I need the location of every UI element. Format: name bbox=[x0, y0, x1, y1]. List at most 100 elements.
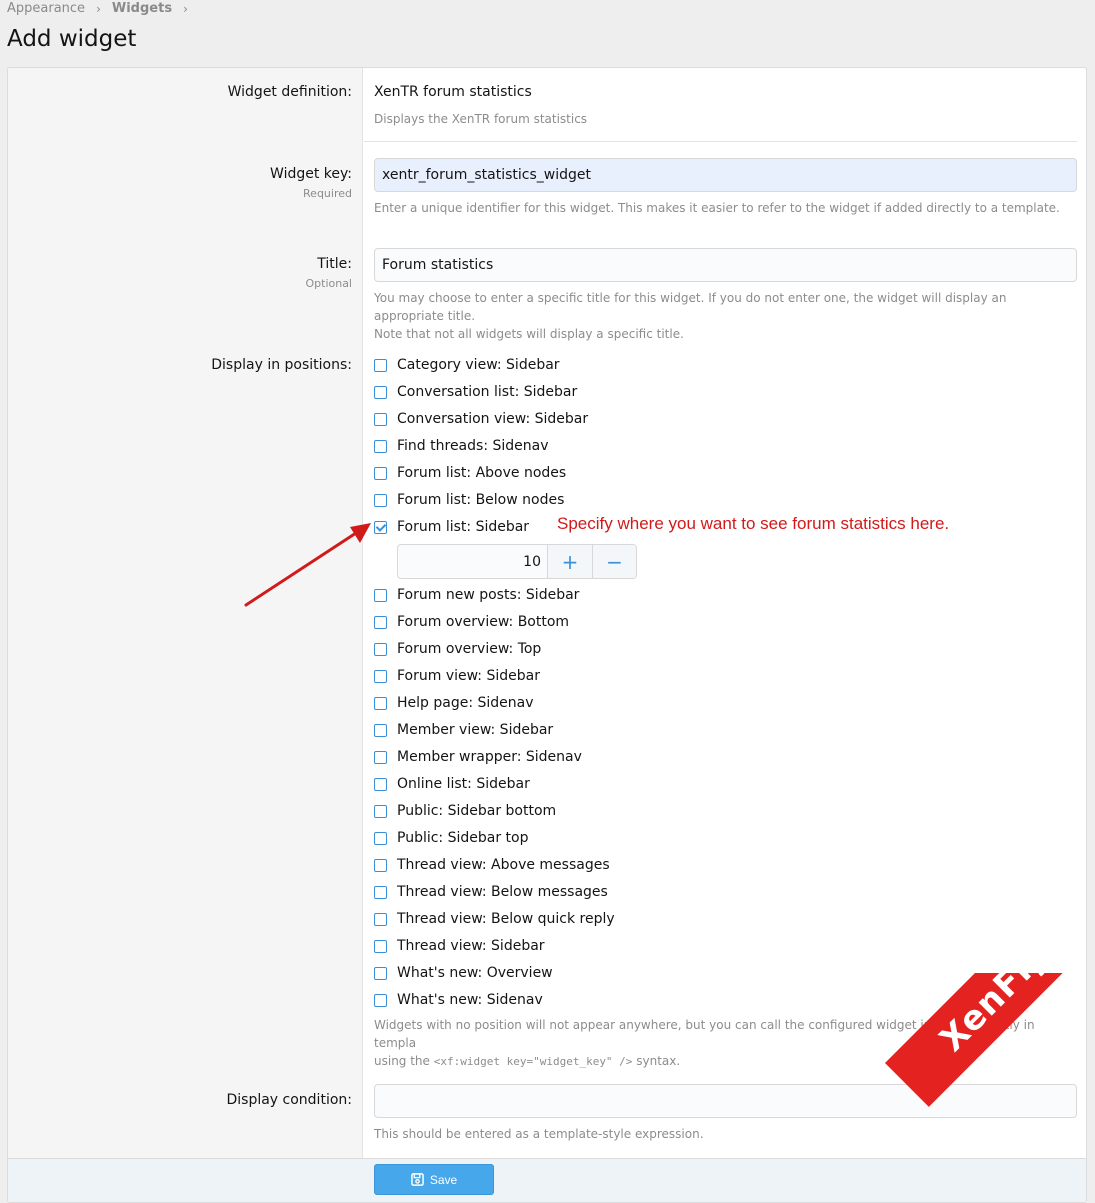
breadcrumb: Appearance › Widgets › bbox=[7, 0, 199, 17]
checkbox[interactable] bbox=[374, 777, 387, 791]
checkbox[interactable] bbox=[374, 642, 387, 656]
widget-definition-hint: Displays the XenTR forum statistics bbox=[374, 112, 588, 126]
widget-key-label: Widget key: bbox=[270, 166, 352, 182]
position-label: Thread view: Above messages bbox=[397, 857, 610, 873]
position-label: Forum list: Sidebar bbox=[397, 519, 530, 535]
save-icon bbox=[410, 1173, 424, 1186]
position-option[interactable]: Thread view: Below messages bbox=[374, 882, 608, 902]
checkbox[interactable] bbox=[374, 669, 387, 683]
position-option[interactable]: Conversation list: Sidebar bbox=[374, 382, 577, 402]
positions-hint-line2: using the <xf:widget key="widget_key" />… bbox=[374, 1052, 1078, 1071]
position-label: Thread view: Below quick reply bbox=[397, 911, 615, 927]
checkbox[interactable] bbox=[374, 412, 387, 426]
save-button-label: Save bbox=[429, 1172, 458, 1187]
position-option[interactable]: Public: Sidebar top bbox=[374, 828, 529, 848]
position-label: Forum list: Above nodes bbox=[397, 465, 567, 481]
position-option[interactable]: Forum overview: Bottom bbox=[374, 612, 569, 632]
checkbox[interactable] bbox=[374, 993, 387, 1007]
position-label: Conversation view: Sidebar bbox=[397, 411, 589, 427]
checkbox[interactable] bbox=[374, 358, 387, 372]
title-input[interactable]: Forum statistics bbox=[374, 248, 1077, 282]
position-option[interactable]: Thread view: Above messages bbox=[374, 855, 610, 875]
title-input-value: Forum statistics bbox=[382, 257, 494, 273]
display-order-stepper: 10 + − bbox=[397, 544, 637, 579]
checkbox[interactable] bbox=[374, 939, 387, 953]
display-condition-label: Display condition: bbox=[226, 1092, 352, 1108]
form-footer: Save bbox=[8, 1158, 1086, 1202]
position-option[interactable]: What's new: Overview bbox=[374, 963, 553, 983]
position-label: What's new: Sidenav bbox=[397, 992, 543, 1008]
position-label: Forum new posts: Sidebar bbox=[397, 587, 580, 603]
chevron-right-icon: › bbox=[183, 1, 188, 16]
checkbox[interactable] bbox=[374, 696, 387, 710]
chevron-right-icon: › bbox=[96, 1, 101, 16]
decrement-button[interactable]: − bbox=[592, 545, 636, 578]
widget-definition-label: Widget definition: bbox=[227, 84, 352, 100]
position-option[interactable]: Forum overview: Top bbox=[374, 639, 541, 659]
position-option[interactable]: Member view: Sidebar bbox=[374, 720, 553, 740]
save-button[interactable]: Save bbox=[374, 1164, 494, 1195]
position-option[interactable]: Forum new posts: Sidebar bbox=[374, 585, 579, 605]
position-label: Public: Sidebar bottom bbox=[397, 803, 557, 819]
hint-text: syntax. bbox=[632, 1054, 681, 1068]
widget-form: Widget definition: XenTR forum statistic… bbox=[7, 67, 1087, 1203]
checkbox[interactable] bbox=[374, 966, 387, 980]
checkbox[interactable] bbox=[374, 615, 387, 629]
title-optional: Optional bbox=[305, 277, 352, 290]
annotation-text: Specify where you want to see forum stat… bbox=[557, 514, 950, 533]
title-hint-line1: You may choose to enter a specific title… bbox=[374, 291, 1007, 323]
checkbox[interactable] bbox=[374, 439, 387, 453]
checkbox[interactable] bbox=[374, 858, 387, 872]
position-option[interactable]: What's new: Sidenav bbox=[374, 990, 543, 1010]
position-label: Public: Sidebar top bbox=[397, 830, 529, 846]
position-option[interactable]: Forum view: Sidebar bbox=[374, 666, 540, 686]
checkbox[interactable] bbox=[374, 804, 387, 818]
breadcrumb-widgets[interactable]: Widgets bbox=[112, 1, 172, 16]
position-option[interactable]: Category view: Sidebar bbox=[374, 355, 560, 375]
title-hint: You may choose to enter a specific title… bbox=[374, 289, 1078, 343]
hint-text: using the bbox=[374, 1054, 434, 1068]
position-option[interactable]: Help page: Sidenav bbox=[374, 693, 534, 713]
position-label: Online list: Sidebar bbox=[397, 776, 530, 792]
position-label: Thread view: Below messages bbox=[397, 884, 608, 900]
position-option-forum-list-sidebar[interactable]: Forum list: Sidebar bbox=[374, 517, 529, 537]
checkbox[interactable] bbox=[374, 885, 387, 899]
form-label-column bbox=[8, 68, 363, 1158]
position-label: Forum list: Below nodes bbox=[397, 492, 565, 508]
checkbox[interactable] bbox=[374, 385, 387, 399]
position-option[interactable]: Forum list: Above nodes bbox=[374, 463, 566, 483]
checkbox[interactable] bbox=[374, 750, 387, 764]
position-option[interactable]: Conversation view: Sidebar bbox=[374, 409, 588, 429]
position-label: Category view: Sidebar bbox=[397, 357, 560, 373]
checkbox[interactable] bbox=[374, 912, 387, 926]
widget-definition-value: XenTR forum statistics bbox=[374, 84, 532, 100]
title-hint-line2: Note that not all widgets will display a… bbox=[374, 327, 684, 341]
display-condition-hint: This should be entered as a template-sty… bbox=[374, 1127, 704, 1141]
page-title: Add widget bbox=[7, 26, 137, 52]
breadcrumb-appearance[interactable]: Appearance bbox=[7, 1, 85, 16]
checkbox[interactable] bbox=[374, 466, 387, 480]
checkbox[interactable] bbox=[374, 493, 387, 507]
annotation-arrow-icon bbox=[244, 523, 371, 607]
increment-button[interactable]: + bbox=[548, 545, 592, 578]
display-order-input[interactable]: 10 bbox=[398, 545, 548, 578]
position-option[interactable]: Forum list: Below nodes bbox=[374, 490, 564, 510]
position-option[interactable]: Find threads: Sidenav bbox=[374, 436, 549, 456]
position-option[interactable]: Member wrapper: Sidenav bbox=[374, 747, 582, 767]
checkbox[interactable] bbox=[374, 831, 387, 845]
position-option[interactable]: Thread view: Sidebar bbox=[374, 936, 545, 956]
position-option[interactable]: Thread view: Below quick reply bbox=[374, 909, 615, 929]
position-option[interactable]: Online list: Sidebar bbox=[374, 774, 530, 794]
positions-label: Display in positions: bbox=[211, 357, 352, 373]
widget-key-input[interactable]: xentr_forum_statistics_widget bbox=[374, 158, 1077, 192]
position-label: Find threads: Sidenav bbox=[397, 438, 549, 454]
widget-key-input-value: xentr_forum_statistics_widget bbox=[382, 167, 591, 183]
title-label: Title: bbox=[317, 256, 352, 272]
positions-hint: Widgets with no position will not appear… bbox=[374, 1016, 1078, 1071]
checkbox[interactable] bbox=[374, 723, 387, 737]
position-label: Forum view: Sidebar bbox=[397, 668, 540, 684]
display-condition-input[interactable] bbox=[374, 1084, 1077, 1118]
positions-hint-line1: Widgets with no position will not appear… bbox=[374, 1018, 1035, 1050]
position-option[interactable]: Public: Sidebar bottom bbox=[374, 801, 556, 821]
position-label: What's new: Overview bbox=[397, 965, 553, 981]
